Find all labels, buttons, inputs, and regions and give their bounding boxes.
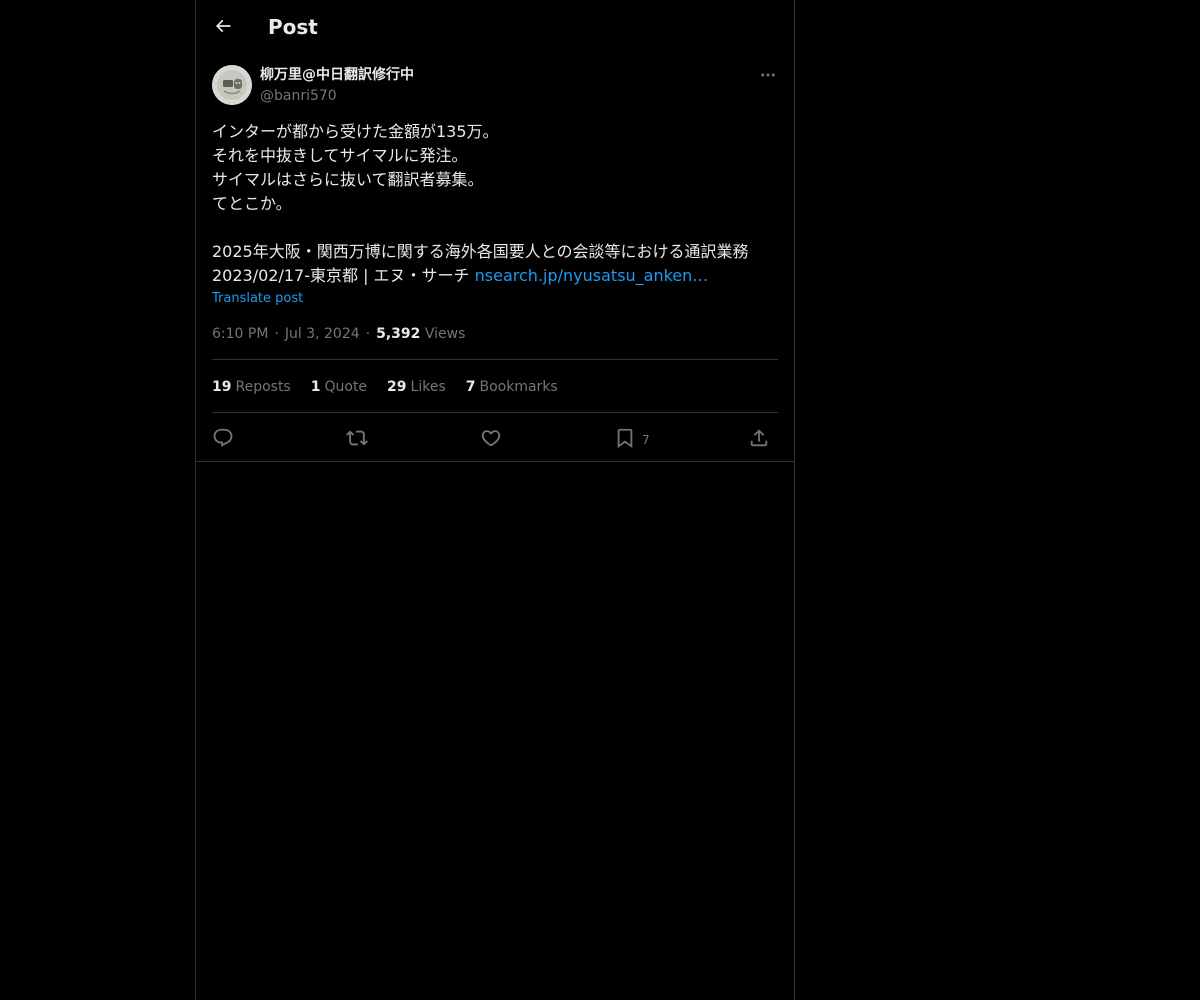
primary-column: Post 柳万里@中日翻訳修行中 @banri570 インターが都から受けた金額… [195, 0, 795, 1000]
more-horizontal-icon [761, 73, 775, 77]
post-text-line: 2025年大阪・関西万博に関する海外各国要人との会談等における通訳業務 [212, 242, 749, 261]
external-link[interactable]: nsearch.jp/nyusatsu_anken… [475, 266, 709, 285]
post-detail: 柳万里@中日翻訳修行中 @banri570 インターが都から受けた金額が135万… [196, 53, 794, 462]
post-text-blank-line [212, 216, 782, 240]
views-count: 5,392 [376, 326, 421, 342]
reposts-count: 19 [212, 379, 232, 395]
reposts-label: Reposts [235, 379, 291, 395]
avatar[interactable] [212, 65, 252, 105]
arrow-left-icon [215, 19, 231, 33]
bookmark-count: 7 [642, 432, 650, 447]
bookmark-icon [617, 428, 633, 449]
back-button[interactable] [208, 11, 238, 41]
bookmarks-stat[interactable]: 7 Bookmarks [466, 377, 558, 397]
share-button[interactable] [748, 423, 770, 453]
avatar-image [212, 65, 252, 105]
separator-dot: · [365, 326, 371, 342]
repost-icon [346, 430, 368, 446]
post-text-line-prefix: 2023/02/17-東京都 | エヌ・サーチ [212, 266, 475, 285]
quote-stat[interactable]: 1 Quote [311, 377, 367, 397]
post-text-line: サイマルはさらに抜いて翻訳者募集。 [212, 170, 484, 189]
post-date[interactable]: Jul 3, 2024 [285, 326, 360, 342]
top-bar: Post [196, 0, 794, 53]
likes-label: Likes [410, 379, 446, 395]
post-text-line: インターが都から受けた金額が135万。 [212, 122, 499, 141]
heart-icon [481, 430, 501, 447]
likes-stat[interactable]: 29 Likes [387, 377, 446, 397]
bookmarks-count: 7 [465, 379, 476, 395]
reply-icon [213, 428, 233, 447]
post-text-line: それを中抜きしてサイマルに発注。 [212, 146, 468, 165]
post-time[interactable]: 6:10 PM [212, 326, 268, 342]
repost-button[interactable] [346, 423, 368, 453]
quote-label: Quote [324, 379, 368, 395]
reply-button[interactable] [212, 423, 234, 453]
divider [212, 359, 778, 360]
post-text-line-with-link: 2023/02/17-東京都 | エヌ・サーチ nsearch.jp/nyusa… [212, 264, 782, 288]
author-handle[interactable]: @banri570 [260, 87, 337, 105]
action-bar: 7 [212, 423, 778, 453]
post-text-line: てとこか。 [212, 194, 292, 213]
engagement-stats: 19 Reposts 1 Quote 29 Likes 7 Bookmarks [212, 377, 558, 397]
reposts-stat[interactable]: 19 Reposts [212, 377, 291, 397]
share-icon [750, 429, 768, 447]
bookmark-button[interactable]: 7 [614, 423, 650, 453]
divider [212, 412, 778, 413]
separator-dot: · [274, 326, 279, 342]
views-label: Views [424, 326, 466, 342]
page-title: Post [268, 15, 318, 39]
likes-count: 29 [387, 379, 407, 395]
like-button[interactable] [480, 423, 502, 453]
author-display-name[interactable]: 柳万里@中日翻訳修行中 [260, 66, 414, 84]
more-options-button[interactable] [758, 65, 778, 85]
translate-post-link[interactable]: Translate post [212, 290, 303, 308]
post-text: インターが都から受けた金額が135万。 それを中抜きしてサイマルに発注。 サイマ… [212, 120, 782, 288]
quote-count: 1 [310, 379, 321, 395]
bookmarks-label: Bookmarks [479, 379, 558, 395]
post-meta: 6:10 PM · Jul 3, 2024 · 5,392 Views [212, 324, 465, 344]
